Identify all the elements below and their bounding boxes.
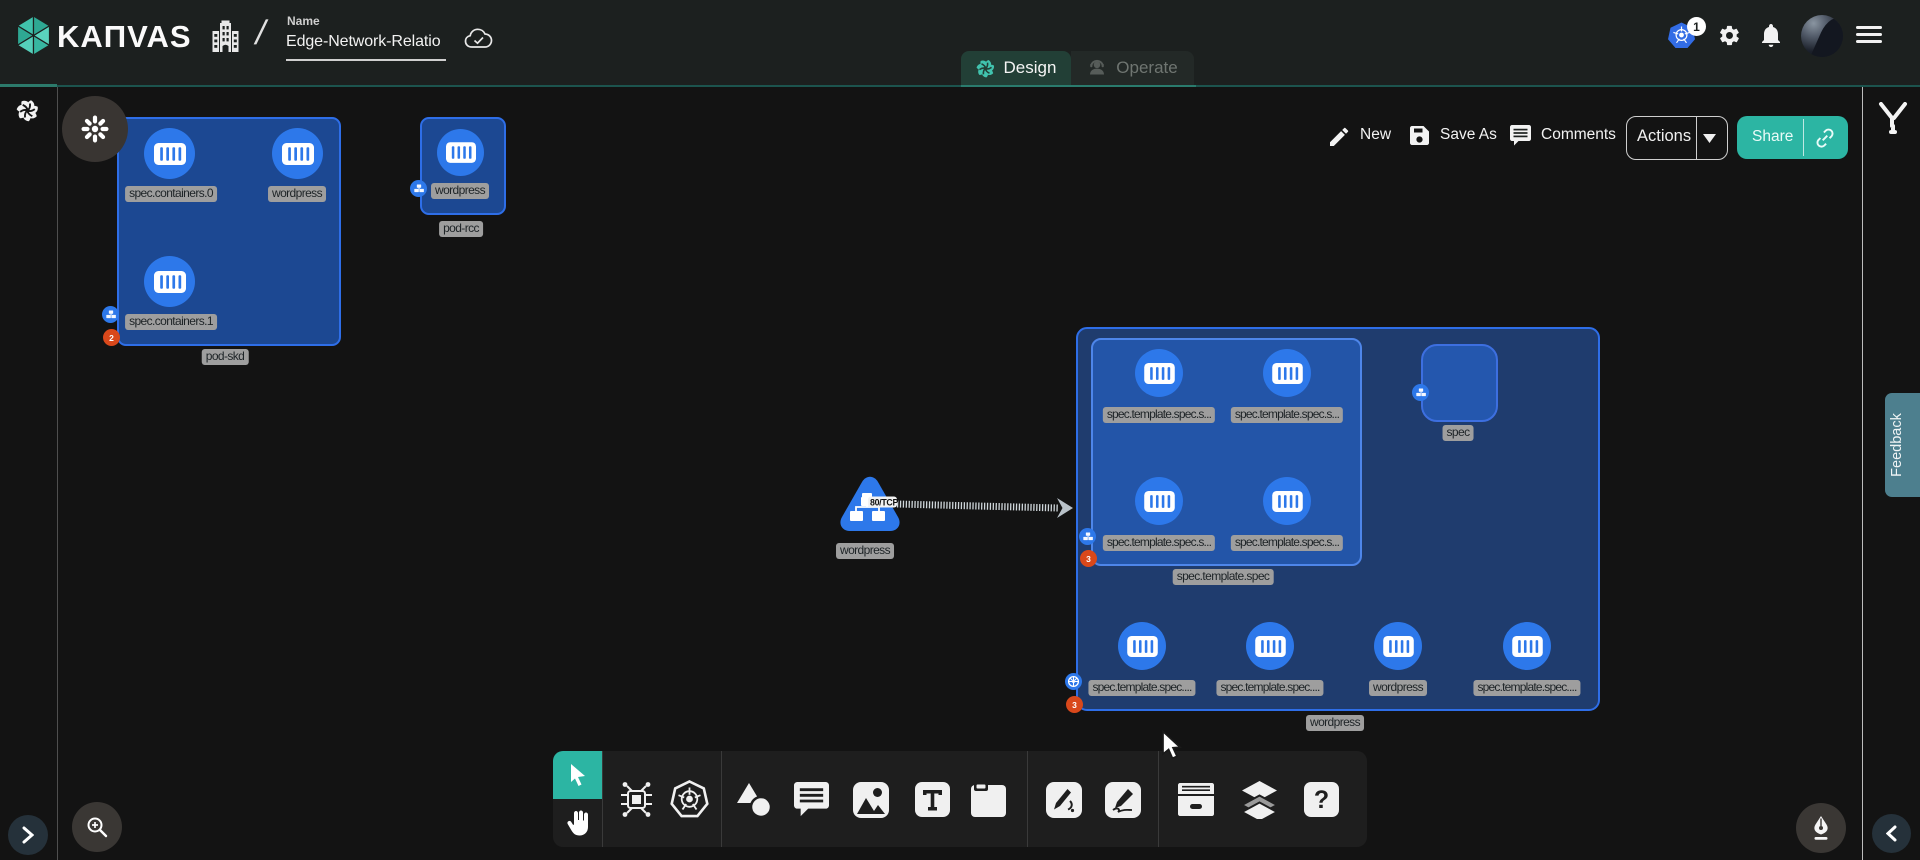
- svg-text:?: ?: [1314, 786, 1329, 814]
- svg-text:80/TCP: 80/TCP: [870, 498, 898, 508]
